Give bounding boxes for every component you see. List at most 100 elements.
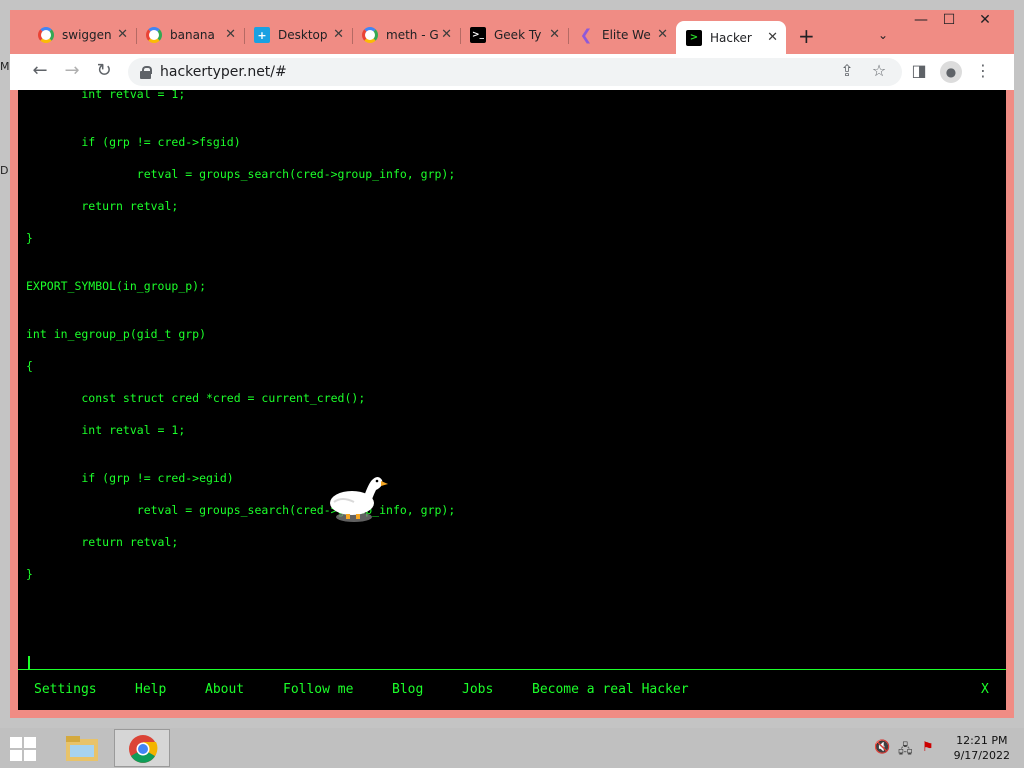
- close-tab-icon[interactable]: ✕: [657, 27, 668, 42]
- menu-about[interactable]: About: [205, 682, 244, 697]
- close-tab-icon[interactable]: ✕: [549, 27, 560, 42]
- browser-window: swiggen ✕ banana ✕ + Desktop ✕ meth - G …: [10, 10, 1014, 718]
- chrome-icon[interactable]: [114, 729, 170, 767]
- google-icon: [362, 27, 378, 43]
- bookmark-star-icon[interactable]: ☆: [868, 61, 890, 80]
- code-line: }: [26, 567, 33, 581]
- menu-become-hacker[interactable]: Become a real Hacker: [532, 682, 689, 697]
- code-line: {: [26, 359, 33, 373]
- code-line: }: [26, 231, 33, 245]
- tab-label: Hacker: [710, 30, 752, 45]
- minimize-button[interactable]: —: [906, 12, 936, 28]
- tab-desktop[interactable]: + Desktop ✕: [244, 22, 352, 48]
- terminal-icon: >_: [470, 27, 486, 43]
- hacker-menu-bar: Settings Help About Follow me Blog Jobs …: [18, 669, 1006, 710]
- tab-strip: swiggen ✕ banana ✕ + Desktop ✕ meth - G …: [10, 10, 1014, 54]
- close-tab-icon[interactable]: ✕: [441, 27, 452, 42]
- tab-label: Geek Ty: [494, 28, 542, 42]
- menu-help[interactable]: Help: [135, 682, 166, 697]
- url-text: hackertyper.net/#: [160, 64, 287, 80]
- code-line: int retval = 1;: [26, 90, 186, 101]
- tab-hacker[interactable]: > Hacker ✕: [676, 21, 786, 54]
- network-icon[interactable]: 🖧: [898, 740, 913, 762]
- menu-blog[interactable]: Blog: [392, 682, 423, 697]
- code-line: const struct cred *cred = current_cred()…: [26, 391, 366, 405]
- forward-icon[interactable]: →: [60, 60, 84, 81]
- hacker-icon: >: [686, 29, 702, 46]
- code-line: EXPORT_SYMBOL(in_group_p);: [26, 279, 207, 293]
- clock-time: 12:21 PM: [956, 734, 1008, 747]
- tab-meth[interactable]: meth - G ✕: [352, 22, 460, 48]
- code-output: int retval = 1; if (grp != cred->fsgid) …: [26, 90, 455, 582]
- close-tab-icon[interactable]: ✕: [333, 27, 344, 42]
- hackertyper-page[interactable]: int retval = 1; if (grp != cred->fsgid) …: [18, 90, 1006, 710]
- menu-settings[interactable]: Settings: [34, 682, 97, 697]
- menu-follow-me[interactable]: Follow me: [283, 682, 353, 697]
- google-icon: [38, 27, 54, 43]
- reload-icon[interactable]: ↻: [92, 60, 116, 81]
- close-menu-button[interactable]: X: [981, 682, 989, 697]
- desktop-icon: +: [254, 27, 270, 43]
- text-cursor: [28, 656, 30, 669]
- elite-icon: ❮: [579, 26, 593, 44]
- system-clock[interactable]: 12:21 PM 9/17/2022: [954, 733, 1010, 763]
- close-tab-icon[interactable]: ✕: [767, 30, 778, 45]
- lock-icon: [140, 65, 152, 79]
- back-icon[interactable]: ←: [28, 60, 52, 81]
- tab-search-icon[interactable]: ⌄: [878, 28, 888, 42]
- tab-geek-typer[interactable]: >_ Geek Ty ✕: [460, 22, 568, 48]
- file-explorer-icon[interactable]: [54, 729, 110, 767]
- address-bar[interactable]: hackertyper.net/#: [128, 58, 902, 86]
- side-panel-icon[interactable]: ◨: [908, 61, 930, 80]
- code-line: return retval;: [26, 535, 179, 549]
- code-line: return retval;: [26, 199, 179, 213]
- code-line: if (grp != cred->fsgid): [26, 135, 241, 149]
- code-line: int in_egroup_p(gid_t grp): [26, 327, 207, 341]
- code-line: retval = groups_search(cred->group_info,…: [26, 167, 456, 181]
- action-center-icon[interactable]: ⚑: [922, 740, 934, 755]
- tab-elite[interactable]: ❮ Elite We ✕: [568, 22, 676, 48]
- close-tab-icon[interactable]: ✕: [117, 27, 128, 42]
- menu-jobs[interactable]: Jobs: [462, 682, 493, 697]
- close-window-button[interactable]: ✕: [970, 12, 1000, 28]
- tab-label: Desktop: [278, 28, 328, 42]
- tab-swiggen[interactable]: swiggen ✕: [28, 22, 136, 48]
- taskbar: 🔇 🖧 ⚑ 12:21 PM 9/17/2022: [0, 728, 1024, 768]
- desktop-label: D: [0, 164, 9, 177]
- maximize-button[interactable]: ☐: [934, 12, 964, 28]
- new-tab-button[interactable]: +: [798, 24, 815, 48]
- code-line: int retval = 1;: [26, 423, 186, 437]
- profile-icon[interactable]: ●: [940, 61, 962, 83]
- tab-label: Elite We: [602, 28, 651, 42]
- tab-banana[interactable]: banana ✕: [136, 22, 244, 48]
- code-line: if (grp != cred->egid): [26, 471, 234, 485]
- windows-start-icon[interactable]: [10, 737, 38, 761]
- desktop-label: M: [0, 60, 10, 73]
- google-icon: [146, 27, 162, 43]
- speaker-muted-icon[interactable]: 🔇: [874, 740, 890, 755]
- tab-label: banana: [170, 28, 215, 42]
- tab-label: swiggen: [62, 28, 112, 42]
- close-tab-icon[interactable]: ✕: [225, 27, 236, 42]
- goose-image[interactable]: [328, 472, 388, 528]
- menu-icon[interactable]: ⋮: [972, 61, 994, 80]
- clock-date: 9/17/2022: [953, 749, 1010, 762]
- browser-toolbar: ← → ↻ hackertyper.net/# ⇪ ☆ ◨ ● ⋮: [10, 54, 1014, 90]
- share-icon[interactable]: ⇪: [836, 61, 858, 80]
